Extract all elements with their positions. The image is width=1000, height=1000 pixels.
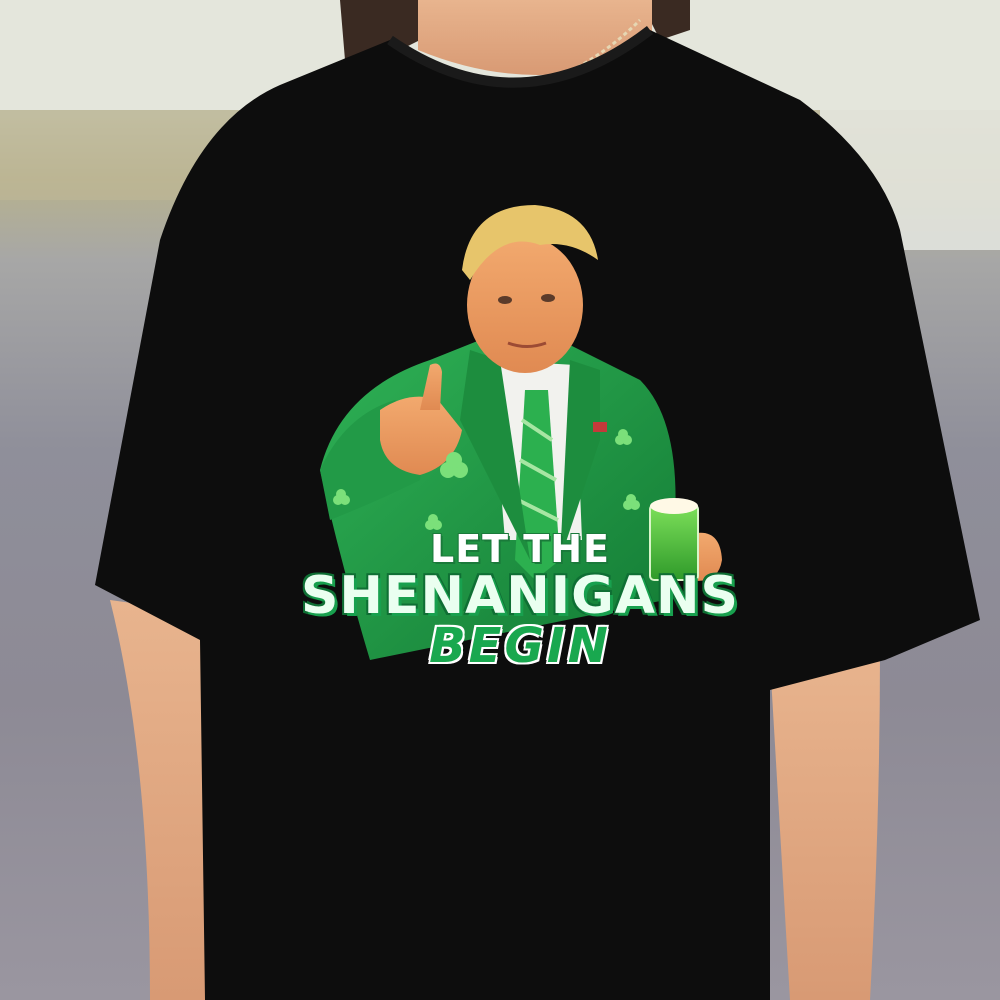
slogan-line-2: SHENANIGANS — [300, 566, 740, 626]
print-right-eye — [541, 294, 555, 302]
slogan-line-1: LET THE — [429, 527, 610, 571]
print-left-eye — [498, 296, 512, 304]
slogan-line-3: BEGIN — [429, 618, 611, 674]
print-slogan: LET THE SHENANIGANS BEGIN — [300, 530, 740, 670]
model-right-arm — [770, 650, 880, 1000]
print-beer-foam — [650, 498, 698, 514]
product-photo: LET THE SHENANIGANS BEGIN — [0, 0, 1000, 1000]
flag-pin-icon — [593, 422, 607, 432]
photo-illustration — [0, 0, 1000, 1000]
